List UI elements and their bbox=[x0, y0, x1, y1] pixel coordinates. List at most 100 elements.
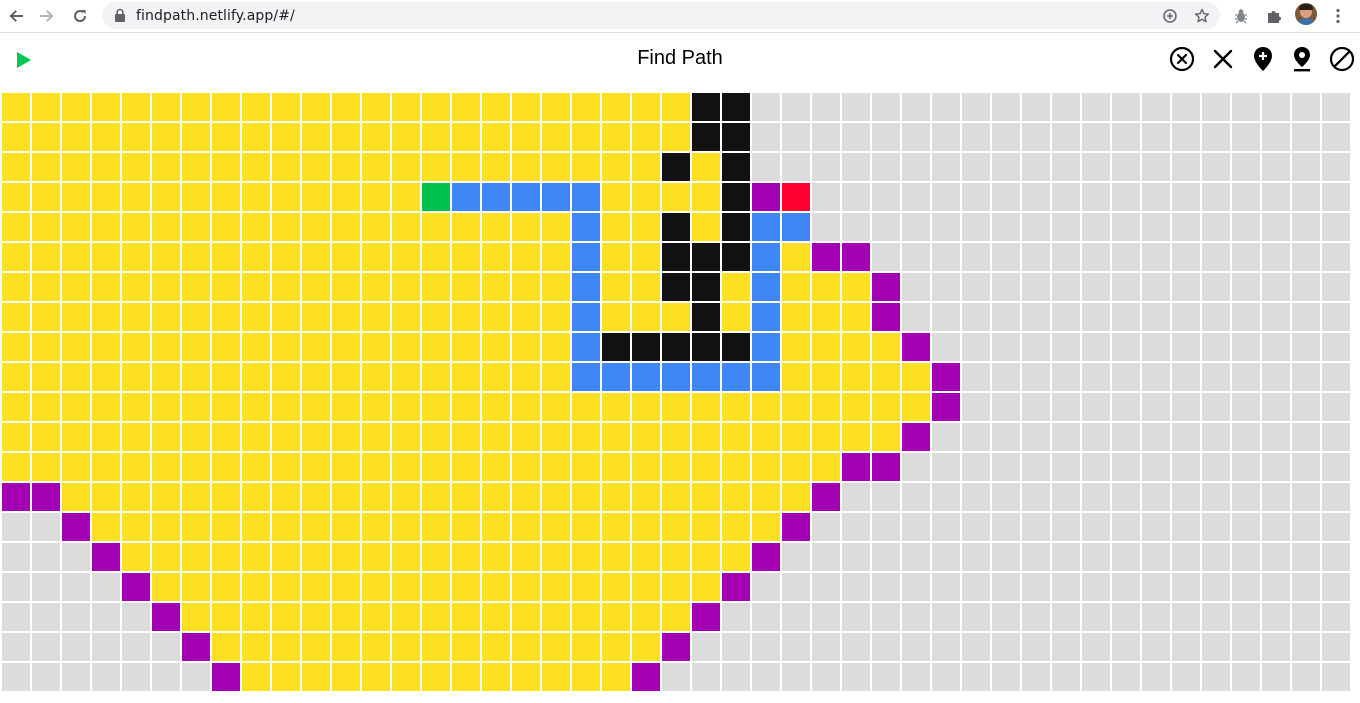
grid-cell-empty[interactable] bbox=[1022, 183, 1050, 211]
grid-cell-visited[interactable] bbox=[242, 213, 270, 241]
grid-cell-visited[interactable] bbox=[452, 333, 480, 361]
grid-cell-visited[interactable] bbox=[422, 213, 450, 241]
grid-cell-empty[interactable] bbox=[1322, 243, 1350, 271]
grid-cell-empty[interactable] bbox=[872, 483, 900, 511]
grid-cell-visited[interactable] bbox=[782, 303, 810, 331]
grid-cell-empty[interactable] bbox=[872, 243, 900, 271]
grid-cell-visited[interactable] bbox=[812, 333, 840, 361]
grid-cell-path[interactable] bbox=[572, 333, 600, 361]
grid-cell-visited[interactable] bbox=[242, 393, 270, 421]
grid-cell-empty[interactable] bbox=[962, 573, 990, 601]
grid-cell-visited[interactable] bbox=[212, 453, 240, 481]
grid-cell-empty[interactable] bbox=[1052, 483, 1080, 511]
grid-cell-visited[interactable] bbox=[482, 303, 510, 331]
grid-cell-visited[interactable] bbox=[392, 153, 420, 181]
grid-cell-visited[interactable] bbox=[212, 633, 240, 661]
grid-cell-visited[interactable] bbox=[752, 393, 780, 421]
grid-cell-visited[interactable] bbox=[392, 423, 420, 451]
grid-cell-visited[interactable] bbox=[272, 393, 300, 421]
grid-cell-empty[interactable] bbox=[1232, 303, 1260, 331]
grid-cell-empty[interactable] bbox=[1112, 123, 1140, 151]
grid-cell-empty[interactable] bbox=[812, 123, 840, 151]
grid-cell-visited[interactable] bbox=[362, 513, 390, 541]
grid-cell-visited[interactable] bbox=[452, 303, 480, 331]
grid-cell-empty[interactable] bbox=[1052, 453, 1080, 481]
grid-cell-path[interactable] bbox=[782, 213, 810, 241]
grid-cell-empty[interactable] bbox=[1232, 273, 1260, 301]
grid-cell-empty[interactable] bbox=[1052, 393, 1080, 421]
grid-cell-visited[interactable] bbox=[212, 483, 240, 511]
grid-cell-frontier[interactable] bbox=[872, 303, 900, 331]
grid-cell-visited[interactable] bbox=[122, 513, 150, 541]
grid-cell-visited[interactable] bbox=[812, 393, 840, 421]
grid-cell-empty[interactable] bbox=[842, 573, 870, 601]
grid-cell-visited[interactable] bbox=[842, 273, 870, 301]
grid-cell-visited[interactable] bbox=[302, 483, 330, 511]
grid-cell-empty[interactable] bbox=[1172, 333, 1200, 361]
grid-cell-empty[interactable] bbox=[1292, 453, 1320, 481]
grid-cell-empty[interactable] bbox=[782, 123, 810, 151]
grid-cell-empty[interactable] bbox=[932, 243, 960, 271]
puzzle-extension-icon[interactable] bbox=[1262, 4, 1286, 28]
grid-cell-empty[interactable] bbox=[932, 573, 960, 601]
grid-cell-visited[interactable] bbox=[662, 423, 690, 451]
grid-cell-visited[interactable] bbox=[332, 633, 360, 661]
grid-cell-empty[interactable] bbox=[1112, 213, 1140, 241]
grid-cell-visited[interactable] bbox=[92, 363, 120, 391]
grid-cell-visited[interactable] bbox=[662, 393, 690, 421]
grid-cell-empty[interactable] bbox=[992, 393, 1020, 421]
grid-cell-visited[interactable] bbox=[572, 573, 600, 601]
grid-cell-empty[interactable] bbox=[1172, 423, 1200, 451]
grid-cell-visited[interactable] bbox=[632, 303, 660, 331]
pathfinding-grid[interactable] bbox=[2, 93, 1352, 693]
grid-cell-empty[interactable] bbox=[962, 633, 990, 661]
grid-cell-visited[interactable] bbox=[662, 123, 690, 151]
grid-cell-empty[interactable] bbox=[1322, 273, 1350, 301]
grid-cell-visited[interactable] bbox=[332, 453, 360, 481]
grid-cell-empty[interactable] bbox=[932, 513, 960, 541]
grid-cell-visited[interactable] bbox=[152, 363, 180, 391]
grid-cell-visited[interactable] bbox=[902, 363, 930, 391]
grid-cell-visited[interactable] bbox=[812, 303, 840, 331]
grid-cell-visited[interactable] bbox=[212, 543, 240, 571]
grid-cell-visited[interactable] bbox=[32, 183, 60, 211]
grid-cell-empty[interactable] bbox=[932, 183, 960, 211]
grid-cell-empty[interactable] bbox=[962, 93, 990, 121]
grid-cell-empty[interactable] bbox=[2, 513, 30, 541]
grid-cell-empty[interactable] bbox=[32, 603, 60, 631]
grid-cell-empty[interactable] bbox=[1202, 273, 1230, 301]
grid-cell-frontier[interactable] bbox=[212, 663, 240, 691]
grid-cell-frontier[interactable] bbox=[842, 243, 870, 271]
grid-cell-visited[interactable] bbox=[632, 513, 660, 541]
grid-cell-visited[interactable] bbox=[242, 483, 270, 511]
grid-cell-empty[interactable] bbox=[902, 543, 930, 571]
grid-cell-visited[interactable] bbox=[2, 333, 30, 361]
grid-cell-visited[interactable] bbox=[152, 453, 180, 481]
grid-cell-empty[interactable] bbox=[1202, 303, 1230, 331]
grid-cell-empty[interactable] bbox=[122, 633, 150, 661]
grid-cell-empty[interactable] bbox=[1292, 573, 1320, 601]
grid-cell-visited[interactable] bbox=[572, 543, 600, 571]
grid-cell-visited[interactable] bbox=[392, 483, 420, 511]
grid-cell-visited[interactable] bbox=[602, 303, 630, 331]
grid-cell-wall[interactable] bbox=[722, 213, 750, 241]
grid-cell-visited[interactable] bbox=[122, 273, 150, 301]
grid-cell-visited[interactable] bbox=[212, 183, 240, 211]
grid-cell-empty[interactable] bbox=[752, 93, 780, 121]
grid-cell-empty[interactable] bbox=[2, 633, 30, 661]
grid-cell-empty[interactable] bbox=[1052, 663, 1080, 691]
grid-cell-empty[interactable] bbox=[1142, 243, 1170, 271]
grid-cell-empty[interactable] bbox=[1202, 93, 1230, 121]
grid-cell-visited[interactable] bbox=[332, 363, 360, 391]
grid-cell-empty[interactable] bbox=[812, 213, 840, 241]
grid-cell-path[interactable] bbox=[602, 363, 630, 391]
grid-cell-empty[interactable] bbox=[1142, 453, 1170, 481]
grid-cell-visited[interactable] bbox=[302, 513, 330, 541]
grid-cell-empty[interactable] bbox=[872, 153, 900, 181]
grid-cell-wall[interactable] bbox=[692, 93, 720, 121]
grid-cell-visited[interactable] bbox=[452, 633, 480, 661]
grid-cell-empty[interactable] bbox=[1052, 573, 1080, 601]
grid-cell-visited[interactable] bbox=[32, 303, 60, 331]
grid-cell-visited[interactable] bbox=[872, 363, 900, 391]
grid-cell-visited[interactable] bbox=[392, 393, 420, 421]
